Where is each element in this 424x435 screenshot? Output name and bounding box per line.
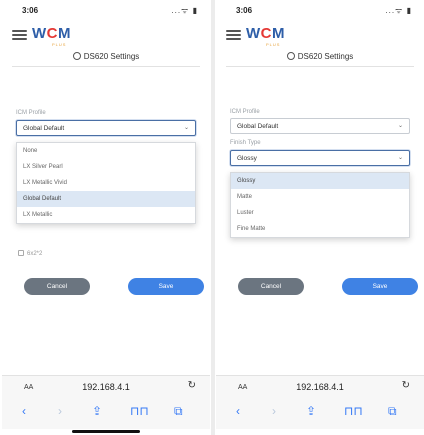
url-field[interactable]: 192.168.4.1 bbox=[216, 382, 424, 392]
screenshot-stage: 3:06 ...ᯤ ▮ WCM PLUS DS620 Settings ICM … bbox=[0, 0, 424, 435]
hamburger-menu-icon[interactable] bbox=[226, 30, 241, 40]
page-title: DS620 Settings bbox=[2, 52, 210, 61]
status-time: 3:06 bbox=[22, 6, 39, 15]
status-time: 3:06 bbox=[236, 6, 253, 15]
cancel-button[interactable]: Cancel bbox=[238, 278, 304, 295]
status-icons: ...ᯤ ▮ bbox=[171, 6, 198, 15]
forward-icon[interactable]: › bbox=[272, 404, 276, 418]
app-header: WCM PLUS bbox=[216, 22, 424, 48]
bookmarks-icon[interactable]: ⊓⊓ bbox=[344, 404, 363, 418]
gear-icon bbox=[286, 52, 295, 60]
reload-icon[interactable]: ↻ bbox=[402, 380, 410, 391]
hamburger-menu-icon[interactable] bbox=[12, 30, 27, 40]
dropdown-option[interactable]: LX Metallic bbox=[17, 207, 195, 223]
checkbox-label: 6x2*2 bbox=[27, 251, 43, 257]
save-button[interactable]: Save bbox=[128, 278, 204, 295]
gear-icon bbox=[72, 52, 81, 60]
phone-screen-left: 3:06 ...ᯤ ▮ WCM PLUS DS620 Settings ICM … bbox=[2, 0, 210, 435]
logo-subtitle: PLUS bbox=[266, 42, 281, 47]
share-icon[interactable]: ⇪ bbox=[92, 404, 102, 418]
browser-address-bar: AA 192.168.4.1 ↻ bbox=[216, 375, 424, 399]
chevron-down-icon: ⌄ bbox=[397, 123, 403, 129]
chevron-down-icon: ⌄ bbox=[183, 125, 189, 131]
checkbox-row[interactable]: 6x2*2 bbox=[18, 250, 42, 257]
dropdown-option[interactable]: LX Silver Pearl bbox=[17, 159, 195, 175]
bookmarks-icon[interactable]: ⊓⊓ bbox=[130, 404, 149, 418]
dropdown-option[interactable]: None bbox=[17, 143, 195, 159]
reload-icon[interactable]: ↻ bbox=[188, 380, 196, 391]
url-field[interactable]: 192.168.4.1 bbox=[2, 382, 210, 392]
dropdown-option-selected[interactable]: Glossy bbox=[231, 173, 409, 189]
chevron-down-icon: ⌄ bbox=[397, 155, 403, 161]
icm-profile-label: ICM Profile bbox=[230, 109, 260, 115]
status-bar: 3:06 ...ᯤ ▮ bbox=[216, 0, 424, 22]
finish-type-dropdown: Glossy Matte Luster Fine Matte bbox=[230, 172, 410, 238]
dropdown-option[interactable]: Luster bbox=[231, 205, 409, 221]
forward-icon[interactable]: › bbox=[58, 404, 62, 418]
phone-screen-right: 3:06 ...ᯤ ▮ WCM PLUS DS620 Settings ICM … bbox=[216, 0, 424, 435]
status-icons: ...ᯤ ▮ bbox=[385, 6, 412, 15]
share-icon[interactable]: ⇪ bbox=[306, 404, 316, 418]
title-divider bbox=[12, 66, 200, 67]
browser-toolbar: ‹ › ⇪ ⊓⊓ ⧉ bbox=[216, 399, 424, 429]
browser-toolbar: ‹ › ⇪ ⊓⊓ ⧉ bbox=[2, 399, 210, 429]
back-icon[interactable]: ‹ bbox=[22, 404, 26, 418]
icm-profile-dropdown: None LX Silver Pearl LX Metallic Vivid G… bbox=[16, 142, 196, 224]
save-button[interactable]: Save bbox=[342, 278, 418, 295]
browser-address-bar: AA 192.168.4.1 ↻ bbox=[2, 375, 210, 399]
finish-type-label: Finish Type bbox=[230, 140, 261, 146]
tabs-icon[interactable]: ⧉ bbox=[174, 404, 183, 419]
wcm-logo: WCM bbox=[32, 25, 72, 42]
icm-profile-value: Global Default bbox=[23, 125, 65, 132]
icm-profile-select[interactable]: Global Default ⌄ bbox=[16, 120, 196, 136]
back-icon[interactable]: ‹ bbox=[236, 404, 240, 418]
finish-type-value: Glossy bbox=[237, 155, 257, 162]
icm-profile-value: Global Default bbox=[237, 123, 279, 130]
tabs-icon[interactable]: ⧉ bbox=[388, 404, 397, 419]
logo-subtitle: PLUS bbox=[52, 42, 67, 47]
cancel-button[interactable]: Cancel bbox=[24, 278, 90, 295]
icm-profile-label: ICM Profile bbox=[16, 110, 46, 116]
dropdown-option[interactable]: Fine Matte bbox=[231, 221, 409, 237]
dropdown-option[interactable]: Matte bbox=[231, 189, 409, 205]
icm-profile-select[interactable]: Global Default ⌄ bbox=[230, 118, 410, 134]
status-bar: 3:06 ...ᯤ ▮ bbox=[2, 0, 210, 22]
checkbox[interactable] bbox=[18, 250, 24, 256]
title-divider bbox=[226, 66, 414, 67]
dropdown-option-selected[interactable]: Global Default bbox=[17, 191, 195, 207]
app-header: WCM PLUS bbox=[2, 22, 210, 48]
finish-type-select[interactable]: Glossy ⌄ bbox=[230, 150, 410, 166]
home-indicator bbox=[72, 430, 140, 433]
dropdown-option[interactable]: LX Metallic Vivid bbox=[17, 175, 195, 191]
screens-divider bbox=[211, 0, 215, 435]
wcm-logo: WCM bbox=[246, 25, 286, 42]
page-title: DS620 Settings bbox=[216, 52, 424, 61]
